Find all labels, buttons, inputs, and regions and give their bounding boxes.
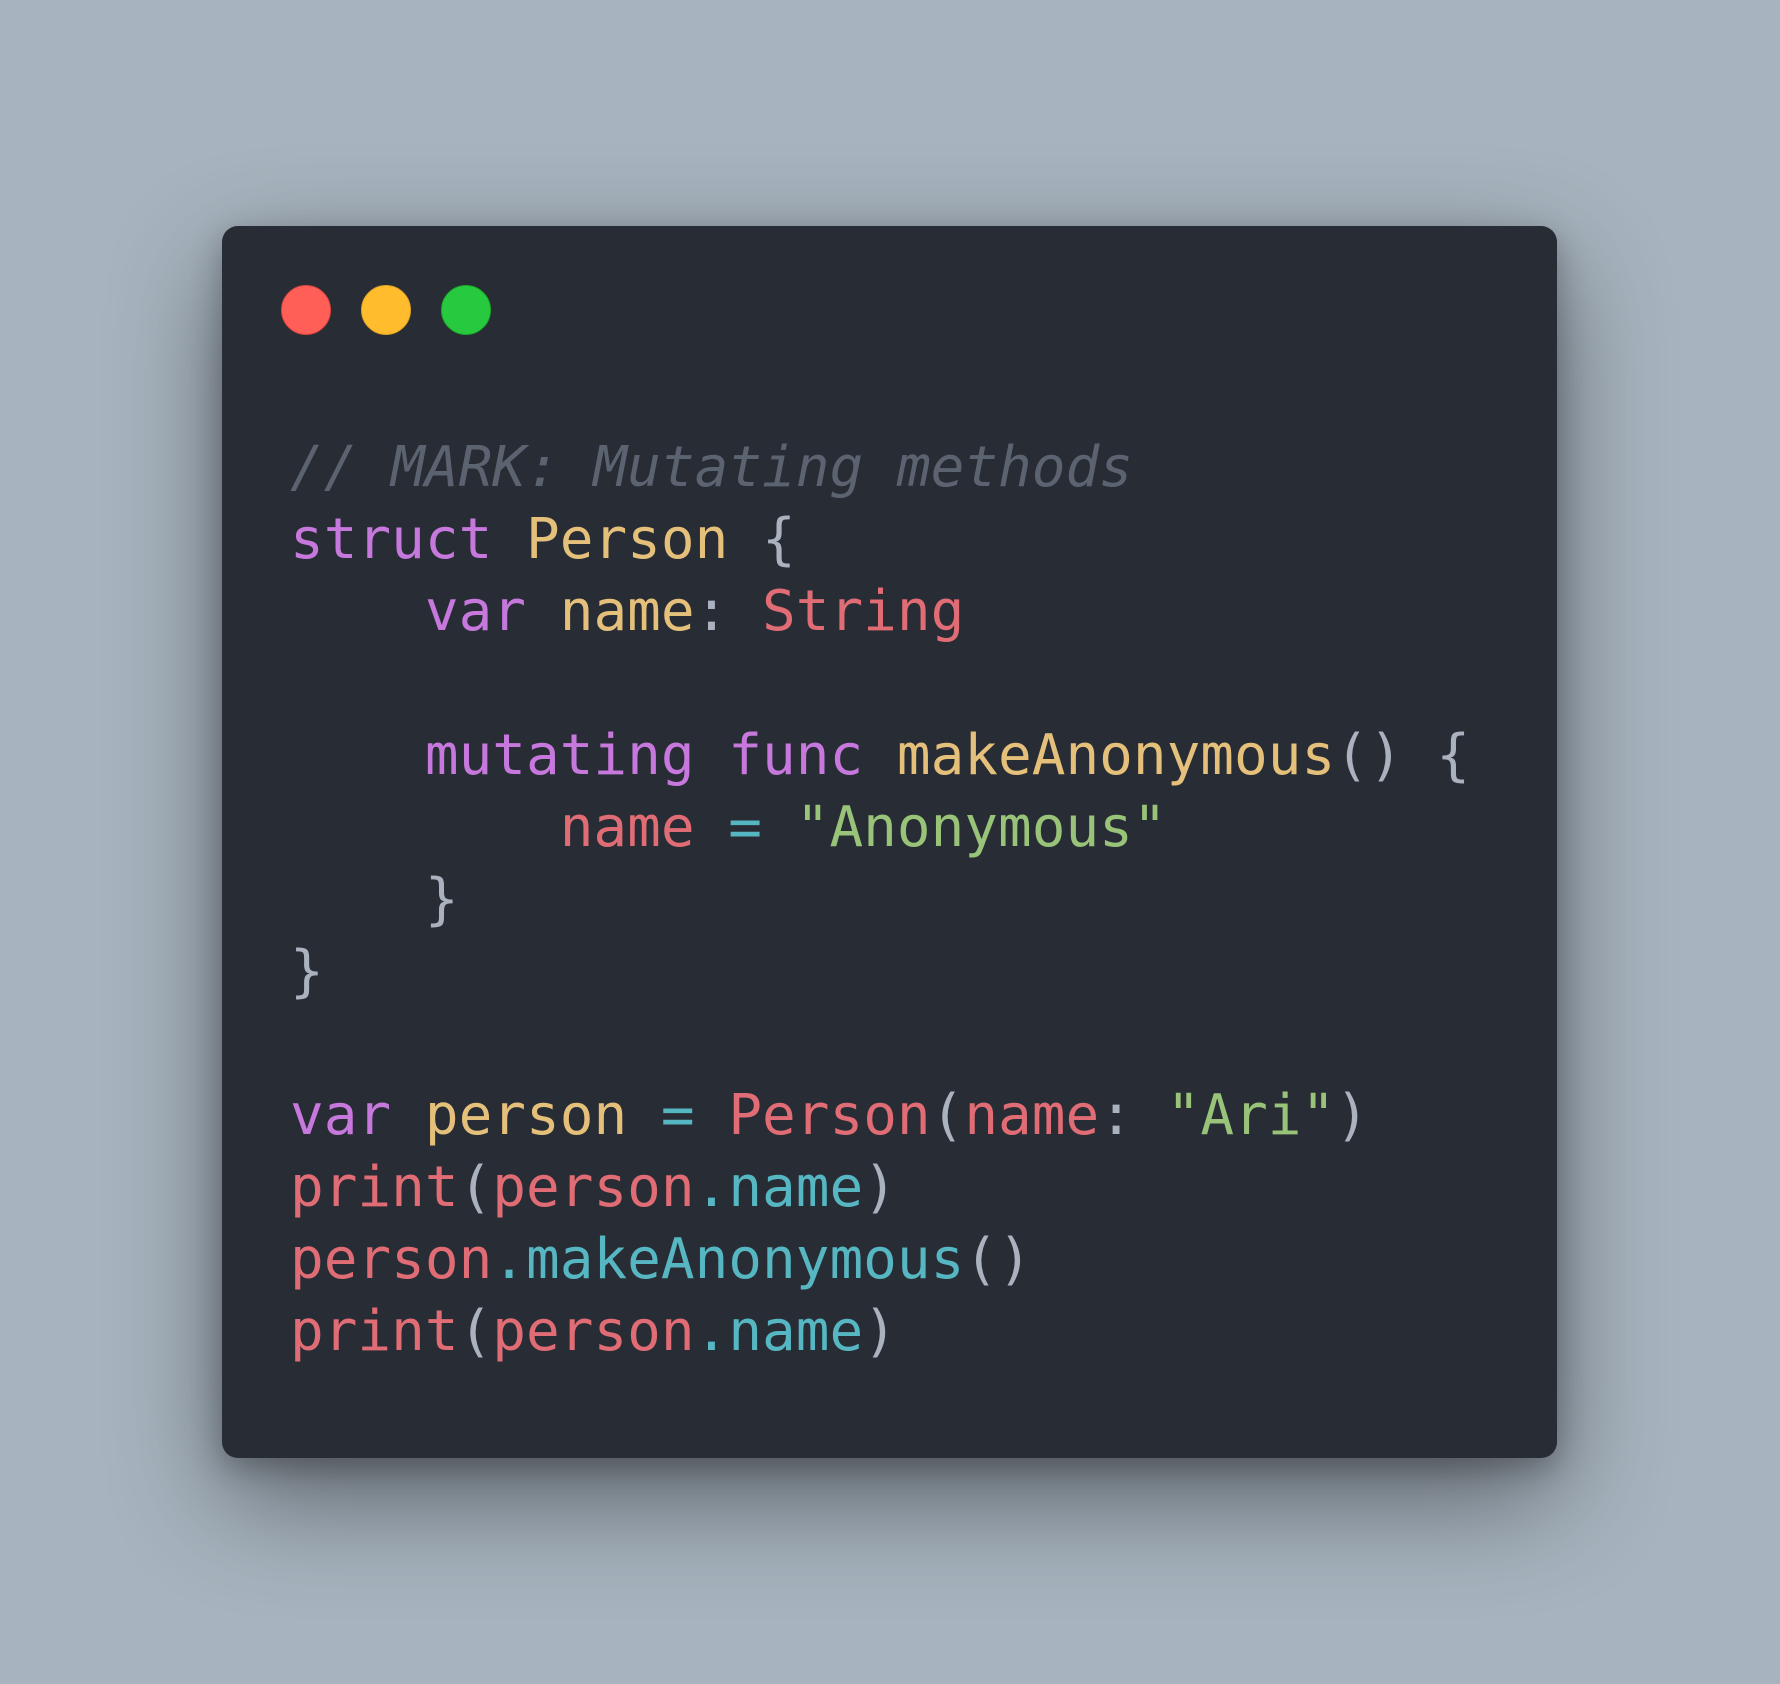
code-window: // MARK: Mutating methods struct Person {…: [222, 226, 1557, 1458]
code-token: :: [694, 579, 763, 644]
zoom-window-button[interactable]: [441, 285, 491, 335]
code-token: .: [694, 1155, 729, 1220]
code-line: // MARK: Mutating methods: [290, 432, 1470, 504]
code-token: makeAnonymous: [896, 723, 1336, 788]
code-token: }: [290, 939, 324, 1004]
code-token: var: [424, 579, 527, 644]
code-token: person: [492, 1299, 695, 1364]
code-token: // MARK: Mutating methods: [290, 435, 1133, 500]
code-token: Person: [526, 507, 729, 572]
code-line: }: [290, 936, 1470, 1008]
close-window-button[interactable]: [281, 285, 331, 335]
code-token: ): [863, 1299, 897, 1364]
code-token: name: [728, 1299, 864, 1364]
code-token: String: [762, 579, 965, 644]
window-controls: [281, 285, 491, 335]
code-token: var: [290, 1083, 392, 1148]
code-token: makeAnonymous: [526, 1227, 965, 1292]
code-token: (: [458, 1155, 493, 1220]
code-token: =: [660, 1083, 695, 1148]
code-line: var person = Person(name: "Ari"): [290, 1080, 1470, 1152]
code-token: :: [1099, 1083, 1167, 1148]
code-block: // MARK: Mutating methods struct Person {…: [290, 432, 1470, 1368]
code-token: person: [492, 1155, 695, 1220]
code-token: func: [728, 723, 864, 788]
code-token: name: [559, 579, 695, 644]
code-line: mutating func makeAnonymous() {: [290, 720, 1470, 792]
code-line: print(person.name): [290, 1152, 1470, 1224]
code-token: struct: [290, 507, 493, 572]
code-token: person: [424, 1083, 628, 1148]
code-token: name: [964, 1083, 1100, 1148]
code-token: person: [290, 1227, 493, 1292]
code-token: ): [1335, 1083, 1369, 1148]
code-token: .: [492, 1227, 527, 1292]
code-line: struct Person {: [290, 504, 1470, 576]
code-token: {: [728, 507, 796, 572]
code-line: var name: String: [290, 576, 1470, 648]
code-token: (: [930, 1083, 965, 1148]
code-line: name = "Anonymous": [290, 792, 1470, 864]
code-token: "Anonymous": [795, 795, 1167, 860]
code-token: =: [728, 795, 763, 860]
code-token: .: [694, 1299, 729, 1364]
code-token: }: [290, 867, 459, 932]
code-token: name: [728, 1155, 864, 1220]
code-token: mutating: [424, 723, 695, 788]
code-token: print: [290, 1155, 459, 1220]
code-token: name: [559, 795, 695, 860]
code-token: ): [863, 1155, 897, 1220]
code-line: print(person.name): [290, 1296, 1470, 1368]
code-token: () {: [1335, 723, 1471, 788]
code-line: }: [290, 864, 1470, 936]
code-token: (): [964, 1227, 1032, 1292]
code-line: person.makeAnonymous(): [290, 1224, 1470, 1296]
code-token: "Ari": [1166, 1083, 1336, 1148]
minimize-window-button[interactable]: [361, 285, 411, 335]
code-token: Person: [728, 1083, 931, 1148]
code-token: (: [458, 1299, 493, 1364]
code-token: print: [290, 1299, 459, 1364]
